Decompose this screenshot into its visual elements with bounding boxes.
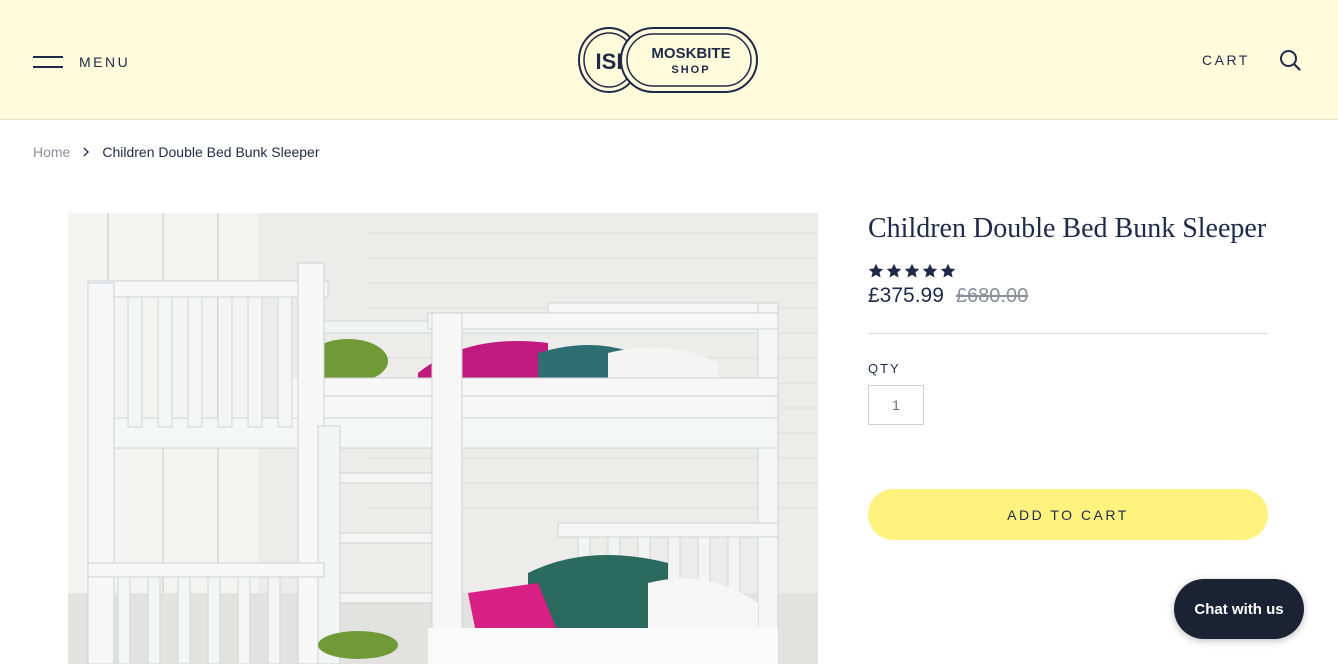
cart-link[interactable]: CART [1202,52,1250,68]
compare-price: £680.00 [955,285,1029,307]
product-title: Children Double Bed Bunk Sleeper [868,213,1267,244]
logo-monogram: ISI [596,49,623,74]
star-rating[interactable] [868,263,956,279]
logo-line2: SHOP [671,64,710,76]
breadcrumb-home-link[interactable]: Home [33,144,70,160]
menu-button[interactable]: MENU [33,52,130,72]
logo-line1: MOSKBITE [651,45,730,62]
qty-label: QTY [868,361,901,376]
star-icon [886,263,902,278]
star-icon [904,263,920,278]
breadcrumb: Home Children Double Bed Bunk Sleeper [33,144,320,160]
store-logo[interactable]: ISI MOSKBITE SHOP [577,25,759,95]
hamburger-icon [33,56,63,68]
add-to-cart-button[interactable]: ADD TO CART [868,489,1268,540]
breadcrumb-current: Children Double Bed Bunk Sleeper [102,144,320,160]
star-icon [922,263,938,278]
product-image[interactable] [68,213,818,664]
chevron-right-icon [83,147,90,157]
search-icon[interactable] [1279,49,1301,71]
quantity-input[interactable] [868,385,924,425]
sale-price: £375.99 [868,284,944,307]
star-icon [868,263,884,278]
site-header: MENU ISI MOSKBITE SHOP CART [0,0,1338,120]
divider [868,333,1268,334]
star-icon [940,263,956,278]
price-row: £375.99 £680.00 [868,284,1028,308]
chat-button[interactable]: Chat with us [1174,579,1304,639]
logo-mark: ISI MOSKBITE SHOP [578,27,758,93]
menu-label: MENU [79,54,131,70]
